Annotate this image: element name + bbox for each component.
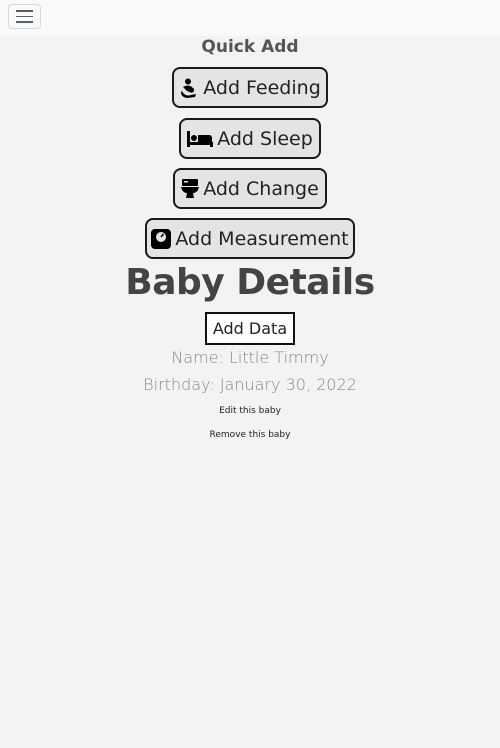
remove-baby-link[interactable]: Remove this baby — [0, 430, 500, 440]
page-title: Baby Details — [125, 262, 375, 303]
baby-name: Name: Little Timmy — [171, 348, 329, 367]
add-data-button[interactable]: Add Data — [205, 312, 295, 345]
add-change-label: Add Change — [203, 177, 319, 200]
toilet-icon — [181, 178, 200, 198]
quick-add-heading: Quick Add — [201, 37, 299, 57]
add-change-button[interactable]: Add Change — [173, 168, 327, 209]
add-sleep-label: Add Sleep — [217, 127, 313, 150]
edit-baby-link[interactable]: Edit this baby — [0, 406, 500, 416]
hamburger-menu-button[interactable] — [8, 4, 41, 29]
bed-icon — [187, 130, 214, 147]
baby-birthday: Birthday: January 30, 2022 — [143, 375, 357, 394]
add-sleep-button[interactable]: Add Sleep — [179, 118, 321, 159]
hamburger-menu-icon — [16, 10, 33, 12]
add-feeding-label: Add Feeding — [203, 76, 321, 99]
weight-scale-icon — [151, 228, 172, 249]
top-navbar — [0, 0, 500, 36]
add-measurement-label: Add Measurement — [175, 227, 349, 250]
add-measurement-button[interactable]: Add Measurement — [145, 218, 355, 259]
add-feeding-button[interactable]: Add Feeding — [172, 67, 328, 108]
breastfeeding-icon — [181, 78, 197, 98]
